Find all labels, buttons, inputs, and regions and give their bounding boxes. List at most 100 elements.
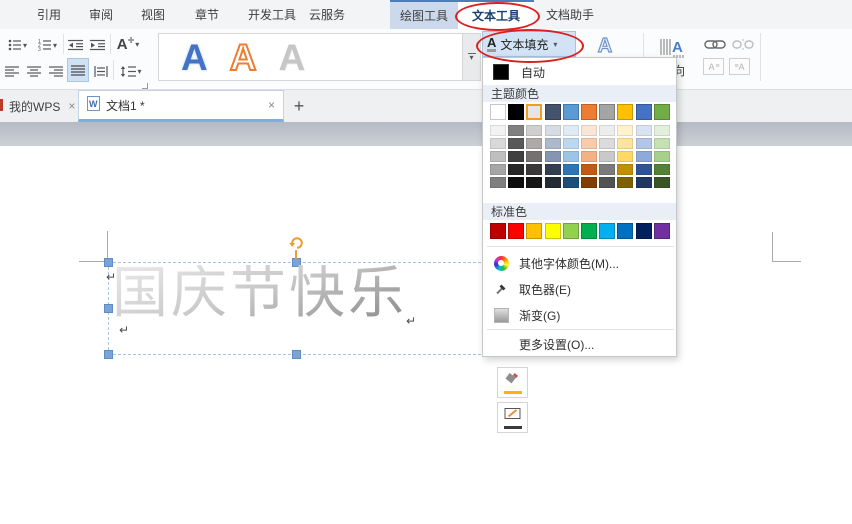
line-spacing-button[interactable]: ▾ xyxy=(116,60,146,82)
tab-my-wps[interactable]: 我的WPS × xyxy=(0,90,77,122)
decrease-indent-button[interactable] xyxy=(66,34,86,56)
theme-tint-swatch[interactable] xyxy=(490,151,506,162)
document-page[interactable]: 国庆节快乐 ↵ ↵ ↵ xyxy=(0,146,852,524)
standard-color-swatch[interactable] xyxy=(490,223,506,239)
theme-tint-swatch[interactable] xyxy=(544,138,561,149)
ribbon-tab-3[interactable]: 视图 xyxy=(128,0,178,29)
wordart-style-orange[interactable]: A xyxy=(229,38,258,77)
dialog-launcher-icon[interactable] xyxy=(142,83,148,89)
theme-tint-swatch[interactable] xyxy=(544,151,561,162)
gallery-more-button[interactable]: ▾ xyxy=(462,34,480,80)
theme-color-swatch[interactable] xyxy=(617,104,634,120)
close-icon[interactable]: × xyxy=(268,98,275,112)
wordart-style-gray[interactable]: A xyxy=(278,39,305,76)
theme-tint-swatch[interactable] xyxy=(490,177,506,188)
standard-color-swatch[interactable] xyxy=(562,223,579,239)
theme-tint-swatch[interactable] xyxy=(617,125,634,136)
theme-tint-swatch[interactable] xyxy=(562,151,579,162)
theme-tint-swatch[interactable] xyxy=(581,177,597,188)
theme-tint-swatch[interactable] xyxy=(526,151,543,162)
text-fill-button[interactable]: A 文本填充 ▾ xyxy=(482,31,576,57)
increase-indent-button[interactable] xyxy=(88,34,108,56)
ribbon-tab-8[interactable]: 文本工具 xyxy=(458,0,534,29)
tab-document1[interactable]: W 文档1 * × xyxy=(78,90,284,122)
theme-tint-swatch[interactable] xyxy=(635,177,652,188)
wordart-style-blue[interactable]: A xyxy=(181,39,208,76)
standard-color-swatch[interactable] xyxy=(581,223,597,239)
theme-tint-swatch[interactable] xyxy=(617,164,634,175)
theme-tint-swatch[interactable] xyxy=(617,151,634,162)
theme-tint-swatch[interactable] xyxy=(508,125,525,136)
theme-tint-swatch[interactable] xyxy=(581,138,597,149)
ribbon-tab-2[interactable]: 审阅 xyxy=(76,0,126,29)
link-button[interactable] xyxy=(703,37,727,52)
standard-color-swatch[interactable] xyxy=(635,223,652,239)
theme-color-swatch[interactable] xyxy=(490,104,506,120)
theme-tint-swatch[interactable] xyxy=(635,138,652,149)
standard-color-swatch[interactable] xyxy=(526,223,543,239)
text-flow-right-button[interactable]: ≡ A xyxy=(729,58,750,75)
theme-tint-swatch[interactable] xyxy=(562,177,579,188)
distribute-button[interactable] xyxy=(91,60,111,82)
theme-tint-swatch[interactable] xyxy=(526,125,543,136)
wordart-text[interactable]: 国庆节快乐 xyxy=(112,265,432,324)
theme-tint-swatch[interactable] xyxy=(562,138,579,149)
rotation-handle-icon[interactable] xyxy=(288,234,305,251)
theme-tint-swatch[interactable] xyxy=(508,177,525,188)
theme-color-swatch[interactable] xyxy=(544,104,561,120)
theme-tint-swatch[interactable] xyxy=(653,177,670,188)
standard-color-swatch[interactable] xyxy=(599,223,616,239)
theme-tint-swatch[interactable] xyxy=(599,151,616,162)
shape-fill-float-button[interactable] xyxy=(497,367,528,398)
close-icon[interactable]: × xyxy=(68,99,75,113)
grow-font-button[interactable]: A ✛ ▾ xyxy=(113,33,143,55)
align-right-button[interactable] xyxy=(46,60,66,82)
resize-handle-bottom-middle[interactable] xyxy=(292,350,301,359)
theme-tint-swatch[interactable] xyxy=(508,164,525,175)
theme-tint-swatch[interactable] xyxy=(653,138,670,149)
menu-item-gradient[interactable]: 渐变(G) xyxy=(483,302,676,328)
theme-tint-swatch[interactable] xyxy=(617,138,634,149)
theme-tint-swatch[interactable] xyxy=(508,151,525,162)
ribbon-tab-7[interactable]: 绘图工具 xyxy=(390,0,458,29)
text-outline-button[interactable]: A xyxy=(592,33,618,59)
theme-color-swatch[interactable] xyxy=(526,104,543,120)
theme-tint-swatch[interactable] xyxy=(490,138,506,149)
theme-color-swatch[interactable] xyxy=(581,104,597,120)
theme-tint-swatch[interactable] xyxy=(635,151,652,162)
theme-tint-swatch[interactable] xyxy=(544,164,561,175)
align-left-button[interactable] xyxy=(2,60,22,82)
theme-tint-swatch[interactable] xyxy=(562,125,579,136)
theme-tint-swatch[interactable] xyxy=(526,177,543,188)
numbered-list-button[interactable]: 123 ▾ xyxy=(34,34,61,56)
theme-tint-swatch[interactable] xyxy=(581,164,597,175)
theme-color-swatch[interactable] xyxy=(599,104,616,120)
theme-tint-swatch[interactable] xyxy=(490,125,506,136)
menu-item-color-picker[interactable]: 取色器(E) xyxy=(483,276,676,302)
theme-tint-swatch[interactable] xyxy=(562,164,579,175)
standard-color-swatch[interactable] xyxy=(617,223,634,239)
theme-tint-swatch[interactable] xyxy=(526,164,543,175)
bullet-list-button[interactable]: ▾ xyxy=(4,34,31,56)
ribbon-tab-6[interactable]: 云服务 xyxy=(296,0,358,29)
theme-tint-swatch[interactable] xyxy=(544,177,561,188)
resize-handle-bottom-left[interactable] xyxy=(104,350,113,359)
standard-color-swatch[interactable] xyxy=(508,223,525,239)
menu-item-more-colors[interactable]: 其他字体颜色(M)... xyxy=(483,250,676,276)
theme-tint-swatch[interactable] xyxy=(617,177,634,188)
theme-tint-swatch[interactable] xyxy=(526,138,543,149)
break-link-button[interactable] xyxy=(731,37,755,52)
theme-tint-swatch[interactable] xyxy=(490,164,506,175)
ribbon-tab-1[interactable]: 引用 xyxy=(24,0,74,29)
theme-color-swatch[interactable] xyxy=(635,104,652,120)
theme-tint-swatch[interactable] xyxy=(599,164,616,175)
theme-tint-swatch[interactable] xyxy=(635,164,652,175)
theme-tint-swatch[interactable] xyxy=(581,151,597,162)
theme-tint-swatch[interactable] xyxy=(653,151,670,162)
standard-color-swatch[interactable] xyxy=(653,223,670,239)
theme-tint-swatch[interactable] xyxy=(544,125,561,136)
theme-tint-swatch[interactable] xyxy=(599,125,616,136)
text-flow-left-button[interactable]: A ≡ xyxy=(703,58,724,75)
theme-tint-swatch[interactable] xyxy=(635,125,652,136)
theme-tint-swatch[interactable] xyxy=(599,138,616,149)
